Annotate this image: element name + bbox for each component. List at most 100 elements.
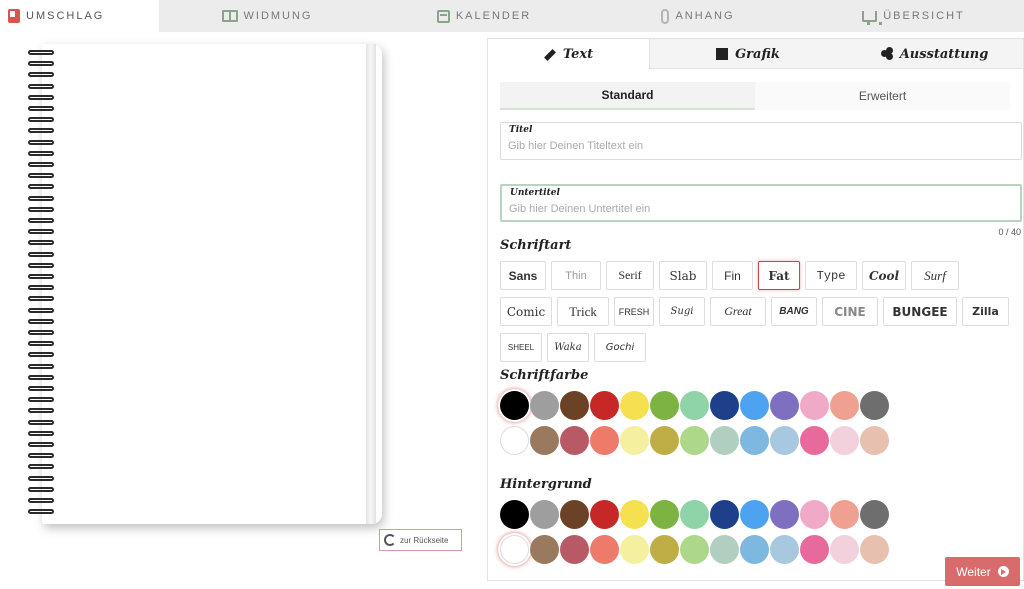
background-color-swatch[interactable] — [590, 535, 619, 564]
font-option-comic[interactable]: Comic — [500, 297, 552, 326]
background-color-swatch[interactable] — [800, 535, 829, 564]
font-color-swatch[interactable] — [620, 426, 649, 455]
background-color-swatch[interactable] — [830, 500, 859, 529]
tab-umschlag[interactable]: UMSCHLAG — [0, 0, 159, 32]
font-option-bang[interactable]: BANG — [771, 297, 817, 326]
font-color-swatch[interactable] — [830, 426, 859, 455]
next-button[interactable]: Weiter — [945, 557, 1020, 586]
tab-text[interactable]: Text — [488, 39, 650, 70]
font-option-sans[interactable]: Sans — [500, 261, 546, 290]
spiral-ring — [28, 251, 54, 257]
font-color-swatch[interactable] — [680, 391, 709, 420]
font-option-bungee[interactable]: BUNGEE — [883, 297, 957, 326]
font-option-slab[interactable]: Slab — [659, 261, 707, 290]
background-color-swatch[interactable] — [560, 500, 589, 529]
tab-ausstattung[interactable]: Ausstattung — [846, 39, 1023, 69]
font-color-swatch[interactable] — [710, 391, 739, 420]
tab-uebersicht[interactable]: ÜBERSICHT — [803, 0, 1024, 32]
spiral-ring — [28, 363, 54, 369]
background-color-swatch[interactable] — [710, 500, 739, 529]
spiral-ring — [28, 285, 54, 291]
font-color-swatch[interactable] — [680, 426, 709, 455]
background-color-swatch[interactable] — [680, 500, 709, 529]
subtab-standard[interactable]: Standard — [500, 82, 755, 110]
background-color-swatch[interactable] — [770, 535, 799, 564]
font-option-type[interactable]: Type — [805, 261, 857, 290]
font-option-cool[interactable]: Cool — [862, 261, 906, 290]
font-option-great[interactable]: Great — [710, 297, 766, 326]
back-side-button[interactable]: zur Rückseite — [379, 529, 462, 551]
tab-anhang[interactable]: ANHANG — [593, 0, 803, 32]
tab-kalender[interactable]: KALENDER — [375, 0, 593, 32]
font-color-swatch[interactable] — [590, 391, 619, 420]
notebook-cover[interactable] — [42, 44, 382, 524]
font-color-swatch[interactable] — [740, 426, 769, 455]
background-color-swatch[interactable] — [680, 535, 709, 564]
font-color-swatch[interactable] — [740, 391, 769, 420]
subtab-erweitert[interactable]: Erweitert — [755, 82, 1010, 110]
font-color-swatch[interactable] — [860, 426, 889, 455]
background-color-swatch[interactable] — [740, 500, 769, 529]
spiral-ring — [28, 61, 54, 67]
background-color-swatch[interactable] — [530, 535, 559, 564]
font-color-swatch[interactable] — [650, 426, 679, 455]
background-color-swatch[interactable] — [800, 500, 829, 529]
spiral-ring — [28, 72, 54, 78]
font-option-thin[interactable]: Thin — [551, 261, 601, 290]
subtitle-input[interactable] — [509, 203, 1009, 215]
font-color-swatch[interactable] — [710, 426, 739, 455]
background-color-swatch[interactable] — [620, 535, 649, 564]
font-option-fat[interactable]: Fat — [758, 261, 800, 290]
font-color-swatch[interactable] — [500, 426, 529, 455]
font-option-sheel[interactable]: SHEEL — [500, 333, 542, 362]
font-color-swatch[interactable] — [650, 391, 679, 420]
font-color-swatch[interactable] — [560, 426, 589, 455]
font-option-zilla[interactable]: Zilla — [962, 297, 1009, 326]
font-color-swatch[interactable] — [830, 391, 859, 420]
spiral-ring — [28, 117, 54, 123]
background-color-swatch[interactable] — [650, 535, 679, 564]
background-color-swatch[interactable] — [560, 535, 589, 564]
spiral-ring — [28, 162, 54, 167]
font-options: Sans Thin Serif Slab Fin Fat Type Cool Surf Comic… — [500, 261, 1020, 369]
tab-grafik[interactable]: Grafik — [650, 39, 846, 69]
background-color-swatch[interactable] — [590, 500, 619, 529]
title-input[interactable] — [508, 140, 1008, 152]
tab-text-label: Text — [562, 47, 594, 62]
font-color-swatch[interactable] — [590, 426, 619, 455]
tab-widmung[interactable]: WIDMUNG — [159, 0, 375, 32]
font-color-swatch[interactable] — [500, 391, 529, 420]
font-color-swatch[interactable] — [860, 391, 889, 420]
font-color-swatch[interactable] — [800, 391, 829, 420]
font-option-gochi[interactable]: Gochi — [594, 333, 646, 362]
background-color-swatch[interactable] — [650, 500, 679, 529]
background-color-swatch[interactable] — [710, 535, 739, 564]
background-color-swatch[interactable] — [500, 500, 529, 529]
background-color-swatch[interactable] — [620, 500, 649, 529]
font-option-fin[interactable]: Fin — [712, 261, 753, 290]
background-color-swatch[interactable] — [830, 535, 859, 564]
font-color-swatch[interactable] — [560, 391, 589, 420]
font-option-trick[interactable]: Trick — [557, 297, 609, 326]
font-color-swatch[interactable] — [530, 391, 559, 420]
spiral-ring — [28, 218, 54, 223]
background-color-swatch[interactable] — [530, 500, 559, 529]
font-color-swatch[interactable] — [770, 391, 799, 420]
font-option-waka[interactable]: Waka — [547, 333, 589, 362]
font-color-swatch[interactable] — [530, 426, 559, 455]
font-color-swatch[interactable] — [620, 391, 649, 420]
background-color-swatch[interactable] — [860, 535, 889, 564]
font-option-serif[interactable]: Serif — [606, 261, 654, 290]
font-option-sugi[interactable]: Sugi — [659, 297, 705, 326]
font-color-title: Schriftfarbe — [500, 368, 589, 383]
background-color-swatch[interactable] — [500, 535, 529, 564]
tab-widmung-label: WIDMUNG — [243, 10, 313, 22]
background-color-swatch[interactable] — [740, 535, 769, 564]
background-color-swatch[interactable] — [860, 500, 889, 529]
background-color-swatch[interactable] — [770, 500, 799, 529]
font-color-swatch[interactable] — [770, 426, 799, 455]
font-option-cine[interactable]: CINE — [822, 297, 878, 326]
font-color-swatch[interactable] — [800, 426, 829, 455]
font-option-fresh[interactable]: FRESH — [614, 297, 654, 326]
font-option-surf[interactable]: Surf — [911, 261, 959, 290]
